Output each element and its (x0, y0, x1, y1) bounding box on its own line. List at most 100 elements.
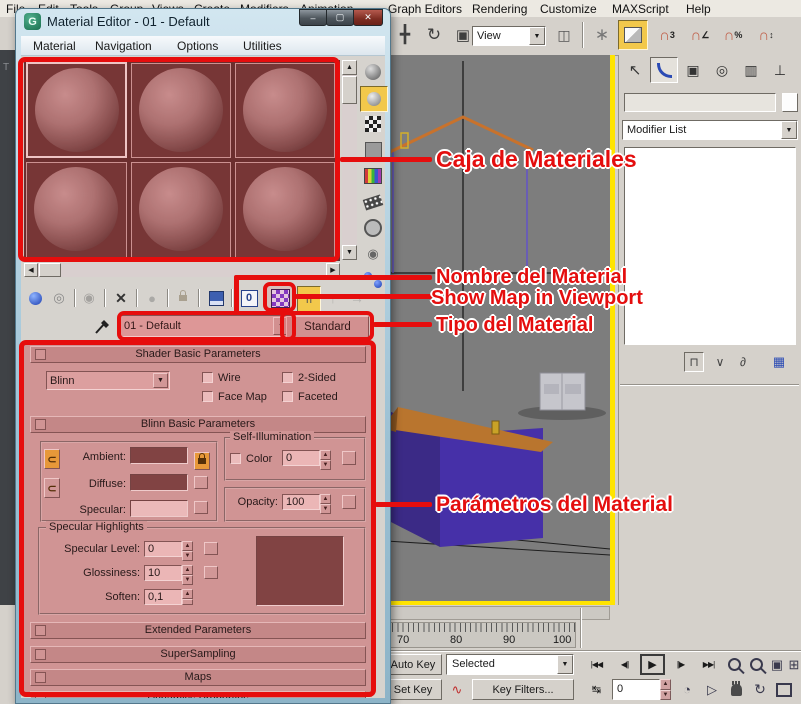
maximize-button[interactable]: ▢ (326, 9, 354, 26)
make-material-copy-icon[interactable]: ● (141, 286, 163, 310)
time-ruler[interactable]: 70 80 90 100 (386, 622, 576, 648)
zoom-extents-icon[interactable]: ▣ (768, 654, 786, 675)
angle-snap-icon[interactable]: ∩3 (653, 22, 681, 48)
scroll-thumb[interactable] (39, 263, 61, 277)
frame-spinner[interactable]: ▲▼ (660, 679, 671, 700)
backlight-icon[interactable] (360, 86, 388, 112)
annotation-box-sample-slots (18, 57, 340, 262)
field-of-view-icon[interactable]: ▷ (702, 679, 722, 700)
background-icon[interactable] (360, 112, 386, 136)
tab-create[interactable]: ↖ (621, 57, 649, 83)
next-frame-icon[interactable]: ||▶ (668, 654, 693, 675)
object-name-field[interactable] (624, 93, 776, 112)
play-button[interactable]: ▶ (640, 654, 665, 675)
chevron-down-icon[interactable]: ▼ (557, 655, 573, 674)
material-id-channel-icon[interactable]: 0 (238, 286, 260, 310)
go-to-end-icon[interactable]: ▶▶| (696, 654, 721, 675)
annotation-tipo: Tipo del Material (436, 314, 593, 337)
tab-hierarchy[interactable]: ▣ (679, 57, 707, 83)
left-viewport-sliver: T (0, 50, 15, 605)
put-material-to-scene-icon[interactable]: ◎ (48, 286, 70, 310)
chevron-down-icon[interactable]: ▼ (781, 121, 797, 139)
annotation-showmap: Show Map in Viewport (431, 287, 643, 310)
time-configuration-icon[interactable]: ◔ (676, 679, 698, 700)
tick-label: 100 (553, 634, 571, 646)
scroll-left-icon[interactable]: ◀ (24, 263, 38, 277)
snaps-toggle-icon[interactable] (618, 20, 648, 50)
set-keys-curve-icon[interactable]: ∿ (446, 679, 468, 700)
menu-utilities[interactable]: Utilities (243, 39, 282, 53)
annotation-line-showmap (295, 294, 432, 299)
percent-snap-icon[interactable]: ∩% (719, 22, 747, 48)
annotation-line-parametros (375, 502, 432, 507)
select-by-material-icon[interactable]: ◉ (360, 242, 386, 266)
zoom-extents-all-icon[interactable]: ⊞ (786, 654, 801, 675)
tab-motion[interactable]: ◎ (708, 57, 736, 83)
zoom-icon[interactable] (724, 654, 744, 675)
modifier-list-dropdown[interactable]: Modifier List ▼ (622, 120, 798, 140)
close-button[interactable]: ✕ (353, 9, 383, 26)
make-preview-icon[interactable] (360, 190, 386, 214)
annotation-caja: Caja de Materiales (436, 146, 637, 173)
auto-key-button[interactable]: Auto Key (384, 654, 442, 675)
tab-display[interactable]: ▥ (737, 57, 765, 83)
tab-utilities[interactable]: ⊥ (766, 57, 794, 83)
key-mode-toggle-icon[interactable]: ↹ (584, 679, 609, 700)
menu-material[interactable]: Material (33, 39, 76, 53)
select-manipulate-icon[interactable]: ∗ (590, 22, 614, 48)
options-icon[interactable] (360, 216, 386, 240)
rotate-icon[interactable]: ↻ (421, 22, 447, 48)
put-to-library-icon[interactable] (205, 286, 227, 310)
chevron-down-icon[interactable]: ▼ (529, 27, 545, 45)
tab-modify[interactable] (650, 57, 678, 83)
key-selection-dropdown[interactable]: Selected ▼ (446, 654, 574, 675)
scroll-thumb[interactable] (342, 76, 357, 104)
spinner-snap-icon[interactable]: ∩↕ (752, 22, 780, 48)
menu-rendering[interactable]: Rendering (472, 2, 527, 16)
video-color-check-icon[interactable] (360, 164, 386, 188)
tick-label: 70 (397, 634, 409, 646)
current-frame-field[interactable]: 0 (612, 679, 660, 700)
show-end-result-icon[interactable]: ⇈ (297, 286, 321, 312)
menu-navigation[interactable]: Navigation (95, 39, 152, 53)
angle-snap-toggle-icon[interactable]: ∩∠ (686, 22, 714, 48)
menu-graph-editors[interactable]: Graph Editors (388, 2, 462, 16)
use-center-icon[interactable]: ◫ (552, 22, 576, 48)
reference-coordinate-dropdown[interactable]: View ▼ (472, 26, 546, 46)
spinner-up-icon: ▲ (660, 679, 671, 690)
annotation-box-material-name (117, 311, 296, 341)
menu-customize[interactable]: Customize (540, 2, 597, 16)
sample-type-icon[interactable] (360, 60, 386, 84)
previous-frame-icon[interactable]: ◀|| (612, 654, 637, 675)
tick-label: 80 (450, 634, 462, 646)
pan-hand-icon[interactable] (726, 679, 746, 700)
menu-options[interactable]: Options (177, 39, 218, 53)
make-unique-icon[interactable]: ∂ (733, 352, 753, 372)
show-end-result-stack-icon[interactable]: ∨ (710, 352, 730, 372)
object-color-swatch[interactable] (782, 93, 798, 112)
key-filters-button[interactable]: Key Filters... (472, 679, 574, 700)
move-icon[interactable]: ╋ (392, 22, 418, 48)
modifier-stack-list[interactable] (624, 147, 796, 345)
arc-rotate-icon[interactable]: ↻ (750, 679, 770, 700)
maximize-viewport-icon[interactable] (774, 679, 794, 700)
get-material-icon[interactable] (24, 286, 46, 310)
set-key-button[interactable]: Set Key (384, 679, 442, 700)
scroll-down-icon[interactable]: ▼ (342, 245, 357, 260)
annotation-box-show-map (263, 282, 296, 312)
configure-modifier-sets-icon[interactable]: ▦ (768, 352, 790, 372)
pin-stack-icon[interactable]: ⊓ (684, 352, 704, 372)
zoom-region-icon[interactable] (746, 654, 766, 675)
pick-material-from-object-icon[interactable] (92, 314, 114, 338)
track-bar[interactable] (380, 606, 610, 620)
assign-material-to-selection-icon[interactable]: ◉ (78, 286, 100, 310)
menu-help[interactable]: Help (686, 2, 711, 16)
minimize-button[interactable]: – (299, 9, 327, 26)
make-unique-material-icon[interactable] (172, 286, 194, 310)
active-viewport-border-right (610, 55, 615, 606)
annotation-line-caja (340, 157, 432, 162)
scroll-up-icon[interactable]: ▲ (342, 60, 357, 75)
delete-material-icon[interactable]: ✕ (110, 286, 132, 310)
menu-maxscript[interactable]: MAXScript (612, 2, 669, 16)
go-to-start-icon[interactable]: |◀◀ (584, 654, 609, 675)
